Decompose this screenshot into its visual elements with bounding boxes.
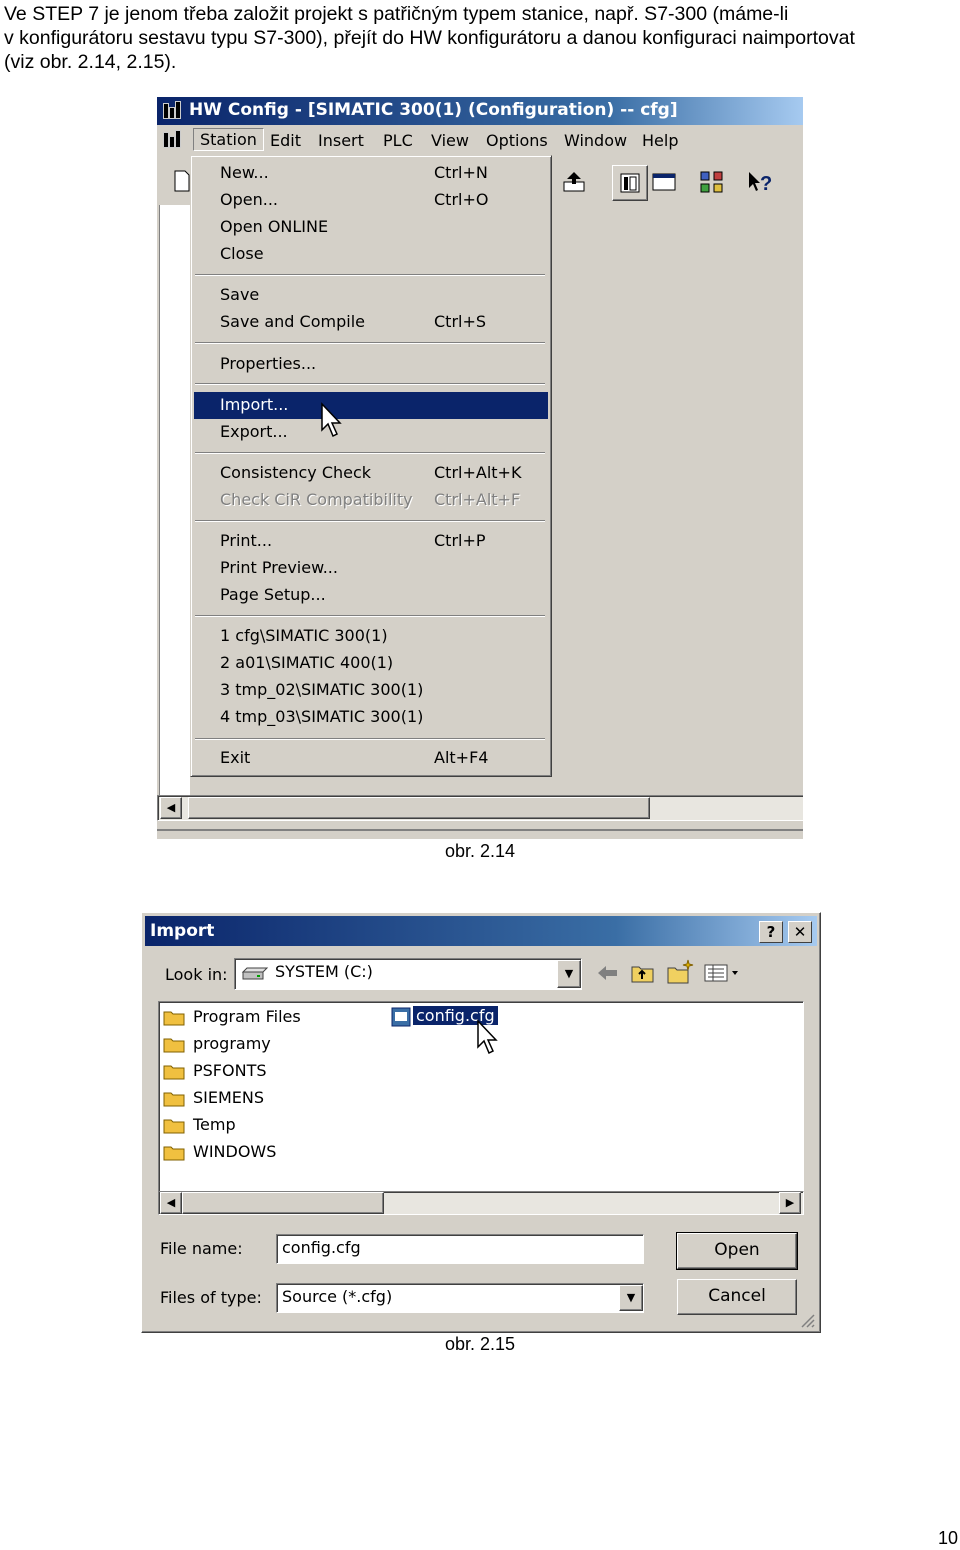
look-in-label: Look in:	[165, 965, 228, 984]
menu-edit[interactable]: Edit	[270, 131, 301, 150]
menu-item-save[interactable]: Save	[194, 282, 548, 309]
mouse-pointer-icon	[477, 1019, 498, 1055]
menu-separator	[195, 274, 545, 276]
menu-item-recent-3[interactable]: 3 tmp_02\SIMATIC 300(1)	[194, 677, 548, 704]
intro-line: v konfigurátoru sestavu typu S7-300), př…	[4, 27, 855, 49]
menu-plc[interactable]: PLC	[383, 131, 413, 150]
menu-item-recent-1[interactable]: 1 cfg\SIMATIC 300(1)	[194, 623, 548, 650]
resize-grip-icon[interactable]	[798, 1311, 816, 1329]
page-number: 10	[937, 1528, 958, 1548]
network-icon[interactable]	[695, 165, 729, 199]
status-area	[157, 829, 803, 839]
look-in-value: SYSTEM (C:)	[275, 962, 373, 981]
mouse-pointer-icon	[321, 402, 342, 438]
menu-item-recent-4[interactable]: 4 tmp_03\SIMATIC 300(1)	[194, 704, 548, 731]
folder-icon	[163, 1065, 185, 1080]
dropdown-arrow-icon[interactable]: ▼	[557, 960, 581, 988]
menu-item-new[interactable]: New... Ctrl+N	[194, 160, 548, 187]
file-name-input[interactable]: config.cfg	[276, 1234, 644, 1264]
window-arrange-icon[interactable]	[647, 165, 681, 199]
dialog-title: Import	[150, 921, 215, 941]
intro-line: (viz obr. 2.14, 2.15).	[4, 51, 177, 73]
menu-item-page-setup[interactable]: Page Setup...	[194, 582, 548, 609]
folder-icon	[163, 1146, 185, 1161]
up-folder-icon[interactable]	[630, 961, 656, 985]
menu-insert[interactable]: Insert	[318, 131, 364, 150]
scroll-thumb[interactable]	[188, 797, 650, 819]
folder-icon	[163, 1092, 185, 1107]
look-in-select[interactable]: SYSTEM (C:) ▼	[234, 958, 582, 990]
hard-drive-icon	[241, 967, 269, 980]
menu-window[interactable]: Window	[564, 131, 627, 150]
document-icon[interactable]	[162, 130, 184, 150]
horizontal-scrollbar[interactable]: ◀	[157, 795, 803, 821]
intro-line: Ve STEP 7 je jenom třeba založit projekt…	[4, 3, 789, 25]
catalog-icon[interactable]	[612, 165, 648, 201]
menu-help[interactable]: Help	[642, 131, 678, 150]
menu-station[interactable]: Station	[193, 128, 264, 151]
menu-item-print-preview[interactable]: Print Preview...	[194, 555, 548, 582]
intro-paragraph: Ve STEP 7 je jenom třeba založit projekt…	[4, 2, 956, 74]
file-type-select[interactable]: Source (*.cfg) ▼	[276, 1283, 644, 1313]
dialog-title-bar: Import ? ✕	[145, 916, 817, 946]
scroll-left-icon[interactable]: ◀	[160, 797, 182, 819]
menu-item-open-online[interactable]: Open ONLINE	[194, 214, 548, 241]
file-type-label: Files of type:	[160, 1288, 262, 1307]
cfg-file-icon	[391, 1007, 411, 1027]
new-folder-icon[interactable]	[666, 959, 694, 985]
menu-item-print[interactable]: Print... Ctrl+P	[194, 528, 548, 555]
help-button[interactable]: ?	[759, 921, 783, 943]
menu-options[interactable]: Options	[486, 131, 548, 150]
menu-separator	[195, 452, 545, 454]
folder-icon	[163, 1119, 185, 1134]
menu-item-exit[interactable]: Exit Alt+F4	[194, 745, 548, 772]
menu-item-import[interactable]: Import...	[194, 392, 548, 419]
folder-icon	[163, 1038, 185, 1053]
station-pane[interactable]	[159, 205, 190, 795]
file-list-scrollbar[interactable]: ◀ ▶	[158, 1191, 804, 1215]
scroll-left-icon[interactable]: ◀	[160, 1192, 182, 1214]
scroll-right-icon[interactable]: ▶	[779, 1192, 801, 1214]
menu-item-close[interactable]: Close	[194, 241, 548, 268]
window-title: HW Config - [SIMATIC 300(1) (Configurati…	[189, 100, 678, 120]
cancel-button[interactable]: Cancel	[677, 1279, 797, 1315]
menu-item-check-cir: Check CiR Compatibility Ctrl+Alt+F	[220, 490, 521, 509]
menu-separator	[195, 383, 545, 385]
menu-separator	[195, 342, 545, 344]
context-help-icon[interactable]: ?	[742, 165, 776, 199]
menu-bar: Station Edit Insert PLC View Options Win…	[157, 126, 803, 156]
figure-caption: obr. 2.15	[444, 1334, 516, 1354]
menu-item-export[interactable]: Export...	[194, 419, 548, 446]
back-icon[interactable]	[596, 963, 620, 983]
svg-text:?: ?	[760, 173, 772, 194]
menu-separator	[195, 615, 545, 617]
import-dialog: Import ? ✕ Look in: SYSTEM (C:) ▼ Progra…	[141, 912, 821, 1333]
view-menu-icon[interactable]	[704, 963, 744, 983]
upload-station-icon[interactable]	[557, 165, 591, 199]
menu-separator	[195, 520, 545, 522]
scroll-thumb[interactable]	[182, 1192, 384, 1214]
menu-item-properties[interactable]: Properties...	[194, 351, 548, 378]
open-button[interactable]: Open	[676, 1232, 798, 1270]
station-menu: New... Ctrl+N Open... Ctrl+O Open ONLINE C…	[190, 155, 552, 777]
menu-separator	[195, 738, 545, 740]
menu-view[interactable]: View	[431, 131, 469, 150]
menu-item-consistency-check[interactable]: Consistency Check Ctrl+Alt+K	[194, 460, 548, 487]
menu-item-save-compile[interactable]: Save and Compile Ctrl+S	[194, 309, 548, 336]
folder-icon	[163, 1011, 185, 1026]
menu-item-recent-2[interactable]: 2 a01\SIMATIC 400(1)	[194, 650, 548, 677]
dropdown-arrow-icon[interactable]: ▼	[619, 1285, 643, 1311]
close-button[interactable]: ✕	[788, 921, 812, 943]
figure-caption: obr. 2.14	[444, 841, 516, 861]
title-bar: HW Config - [SIMATIC 300(1) (Configurati…	[157, 97, 803, 125]
hw-config-app-icon	[162, 101, 184, 121]
file-name-label: File name:	[160, 1239, 243, 1258]
menu-item-open[interactable]: Open... Ctrl+O	[194, 187, 548, 214]
